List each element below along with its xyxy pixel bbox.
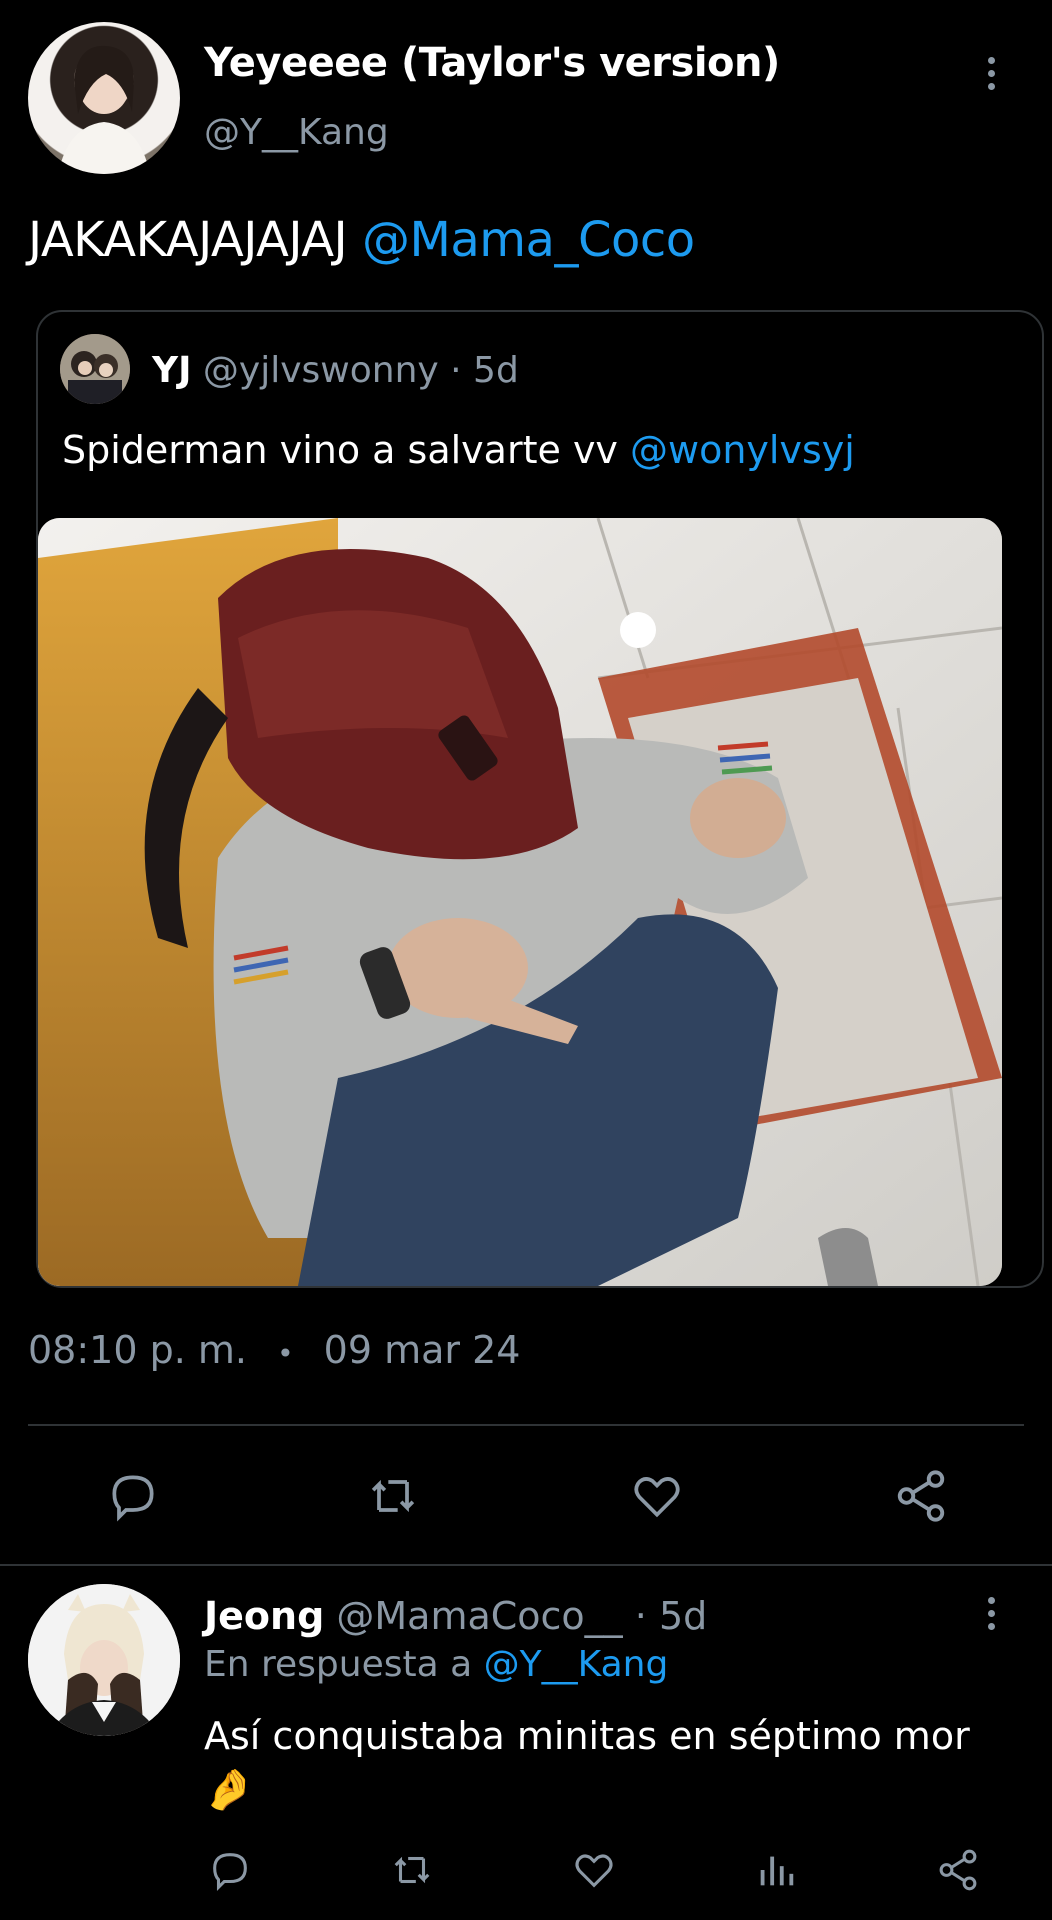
author-handle[interactable]: @Y__Kang	[204, 112, 389, 153]
like-icon[interactable]	[622, 1466, 692, 1526]
quoted-body: Spiderman vino a salvarte vv	[62, 428, 618, 472]
reply-icon[interactable]	[98, 1466, 168, 1526]
quoted-author-handle[interactable]: @yjlvswonny	[203, 350, 439, 391]
reply-author-name[interactable]: Jeong	[204, 1594, 324, 1638]
quoted-media-photo[interactable]	[38, 518, 1002, 1286]
reply-text: Así conquistaba minitas en séptimo mor	[204, 1714, 970, 1758]
reply-reply-icon[interactable]	[200, 1844, 260, 1896]
reply-author-avatar[interactable]	[28, 1584, 180, 1736]
reply-author-line: Jeong @MamaCoco__ · 5d	[204, 1594, 707, 1638]
author-name[interactable]: Yeyeeee (Taylor's version)	[204, 40, 780, 86]
reply-avatar-photo-icon	[28, 1584, 180, 1736]
quoted-mention[interactable]: @wonylvsyj	[630, 428, 855, 472]
in-reply-handle[interactable]: @Y__Kang	[484, 1644, 669, 1685]
quoted-author-line: YJ @yjlvswonny · 5d	[152, 350, 519, 391]
reply-age: · 5d	[634, 1594, 708, 1638]
reply-views-icon[interactable]	[746, 1844, 806, 1896]
tweet-body: JAKAKAJAJAJAJ	[28, 212, 348, 268]
divider	[28, 1424, 1024, 1426]
reply-share-icon[interactable]	[928, 1844, 988, 1896]
tweet-mention[interactable]: @Mama_Coco	[362, 212, 695, 268]
author-avatar[interactable]	[28, 22, 180, 174]
reply-more-options-icon[interactable]	[976, 1590, 1006, 1636]
in-reply-prefix: En respuesta a	[204, 1644, 473, 1685]
more-options-icon[interactable]	[976, 50, 1006, 96]
quoted-author-avatar[interactable]	[60, 334, 130, 404]
share-icon[interactable]	[886, 1466, 956, 1526]
reply-emoji: 🤌	[204, 1767, 254, 1813]
timestamp-time: 08:10 p. m.	[28, 1328, 247, 1372]
retweet-icon[interactable]	[358, 1466, 428, 1526]
timestamp: 08:10 p. m. • 09 mar 24	[28, 1328, 520, 1372]
quoted-age: · 5d	[450, 350, 519, 391]
quoted-avatar-photo-icon	[60, 334, 130, 404]
quoted-text: Spiderman vino a salvarte vv @wonylvsyj	[62, 428, 855, 472]
tweet-text: JAKAKAJAJAJAJ @Mama_Coco	[28, 212, 695, 268]
in-reply-to: En respuesta a @Y__Kang	[204, 1644, 668, 1685]
section-divider	[0, 1564, 1052, 1566]
quoted-author-name[interactable]: YJ	[152, 350, 191, 391]
reply-retweet-icon[interactable]	[382, 1844, 442, 1896]
timestamp-separator: •	[277, 1337, 294, 1370]
reply-author-handle[interactable]: @MamaCoco__	[336, 1594, 622, 1638]
photo-person-with-backpack-on-head-icon	[38, 518, 1002, 1286]
reply-like-icon[interactable]	[564, 1844, 624, 1896]
profile-photo-icon	[58, 45, 150, 174]
timestamp-date: 09 mar 24	[323, 1328, 521, 1372]
